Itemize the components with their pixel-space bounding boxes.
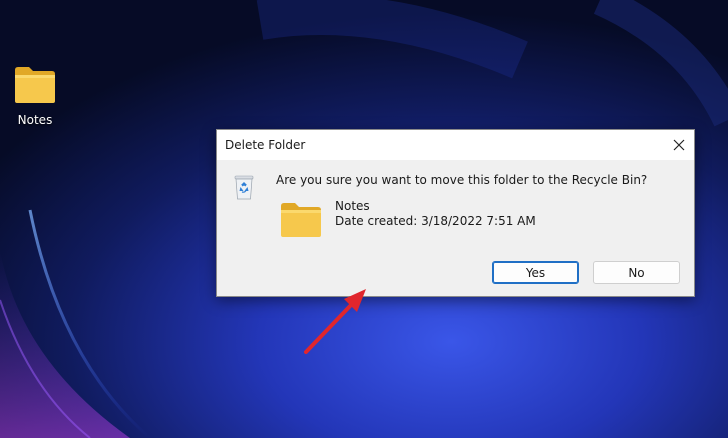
folder-icon <box>13 66 57 104</box>
recycle-bin-icon <box>233 174 255 200</box>
yes-button[interactable]: Yes <box>492 261 579 284</box>
desktop-icon-label: Notes <box>17 113 53 127</box>
folder-name: Notes <box>335 199 370 213</box>
dialog-content: Are you sure you want to move this folde… <box>217 160 694 296</box>
close-icon <box>673 139 685 151</box>
confirmation-message: Are you sure you want to move this folde… <box>276 173 648 187</box>
folder-date-created: Date created: 3/18/2022 7:51 AM <box>335 214 536 228</box>
dialog-title: Delete Folder <box>225 138 306 152</box>
desktop: Notes Delete Folder Are you sure you wan… <box>0 0 728 438</box>
desktop-icon-notes[interactable]: Notes <box>4 62 66 134</box>
arrow-pointer-icon <box>304 289 366 354</box>
dialog-titlebar[interactable]: Delete Folder <box>217 130 694 160</box>
folder-icon <box>279 202 323 238</box>
close-button[interactable] <box>664 130 694 160</box>
delete-folder-dialog: Delete Folder Are you sure you want to m… <box>216 129 695 297</box>
no-button[interactable]: No <box>593 261 680 284</box>
